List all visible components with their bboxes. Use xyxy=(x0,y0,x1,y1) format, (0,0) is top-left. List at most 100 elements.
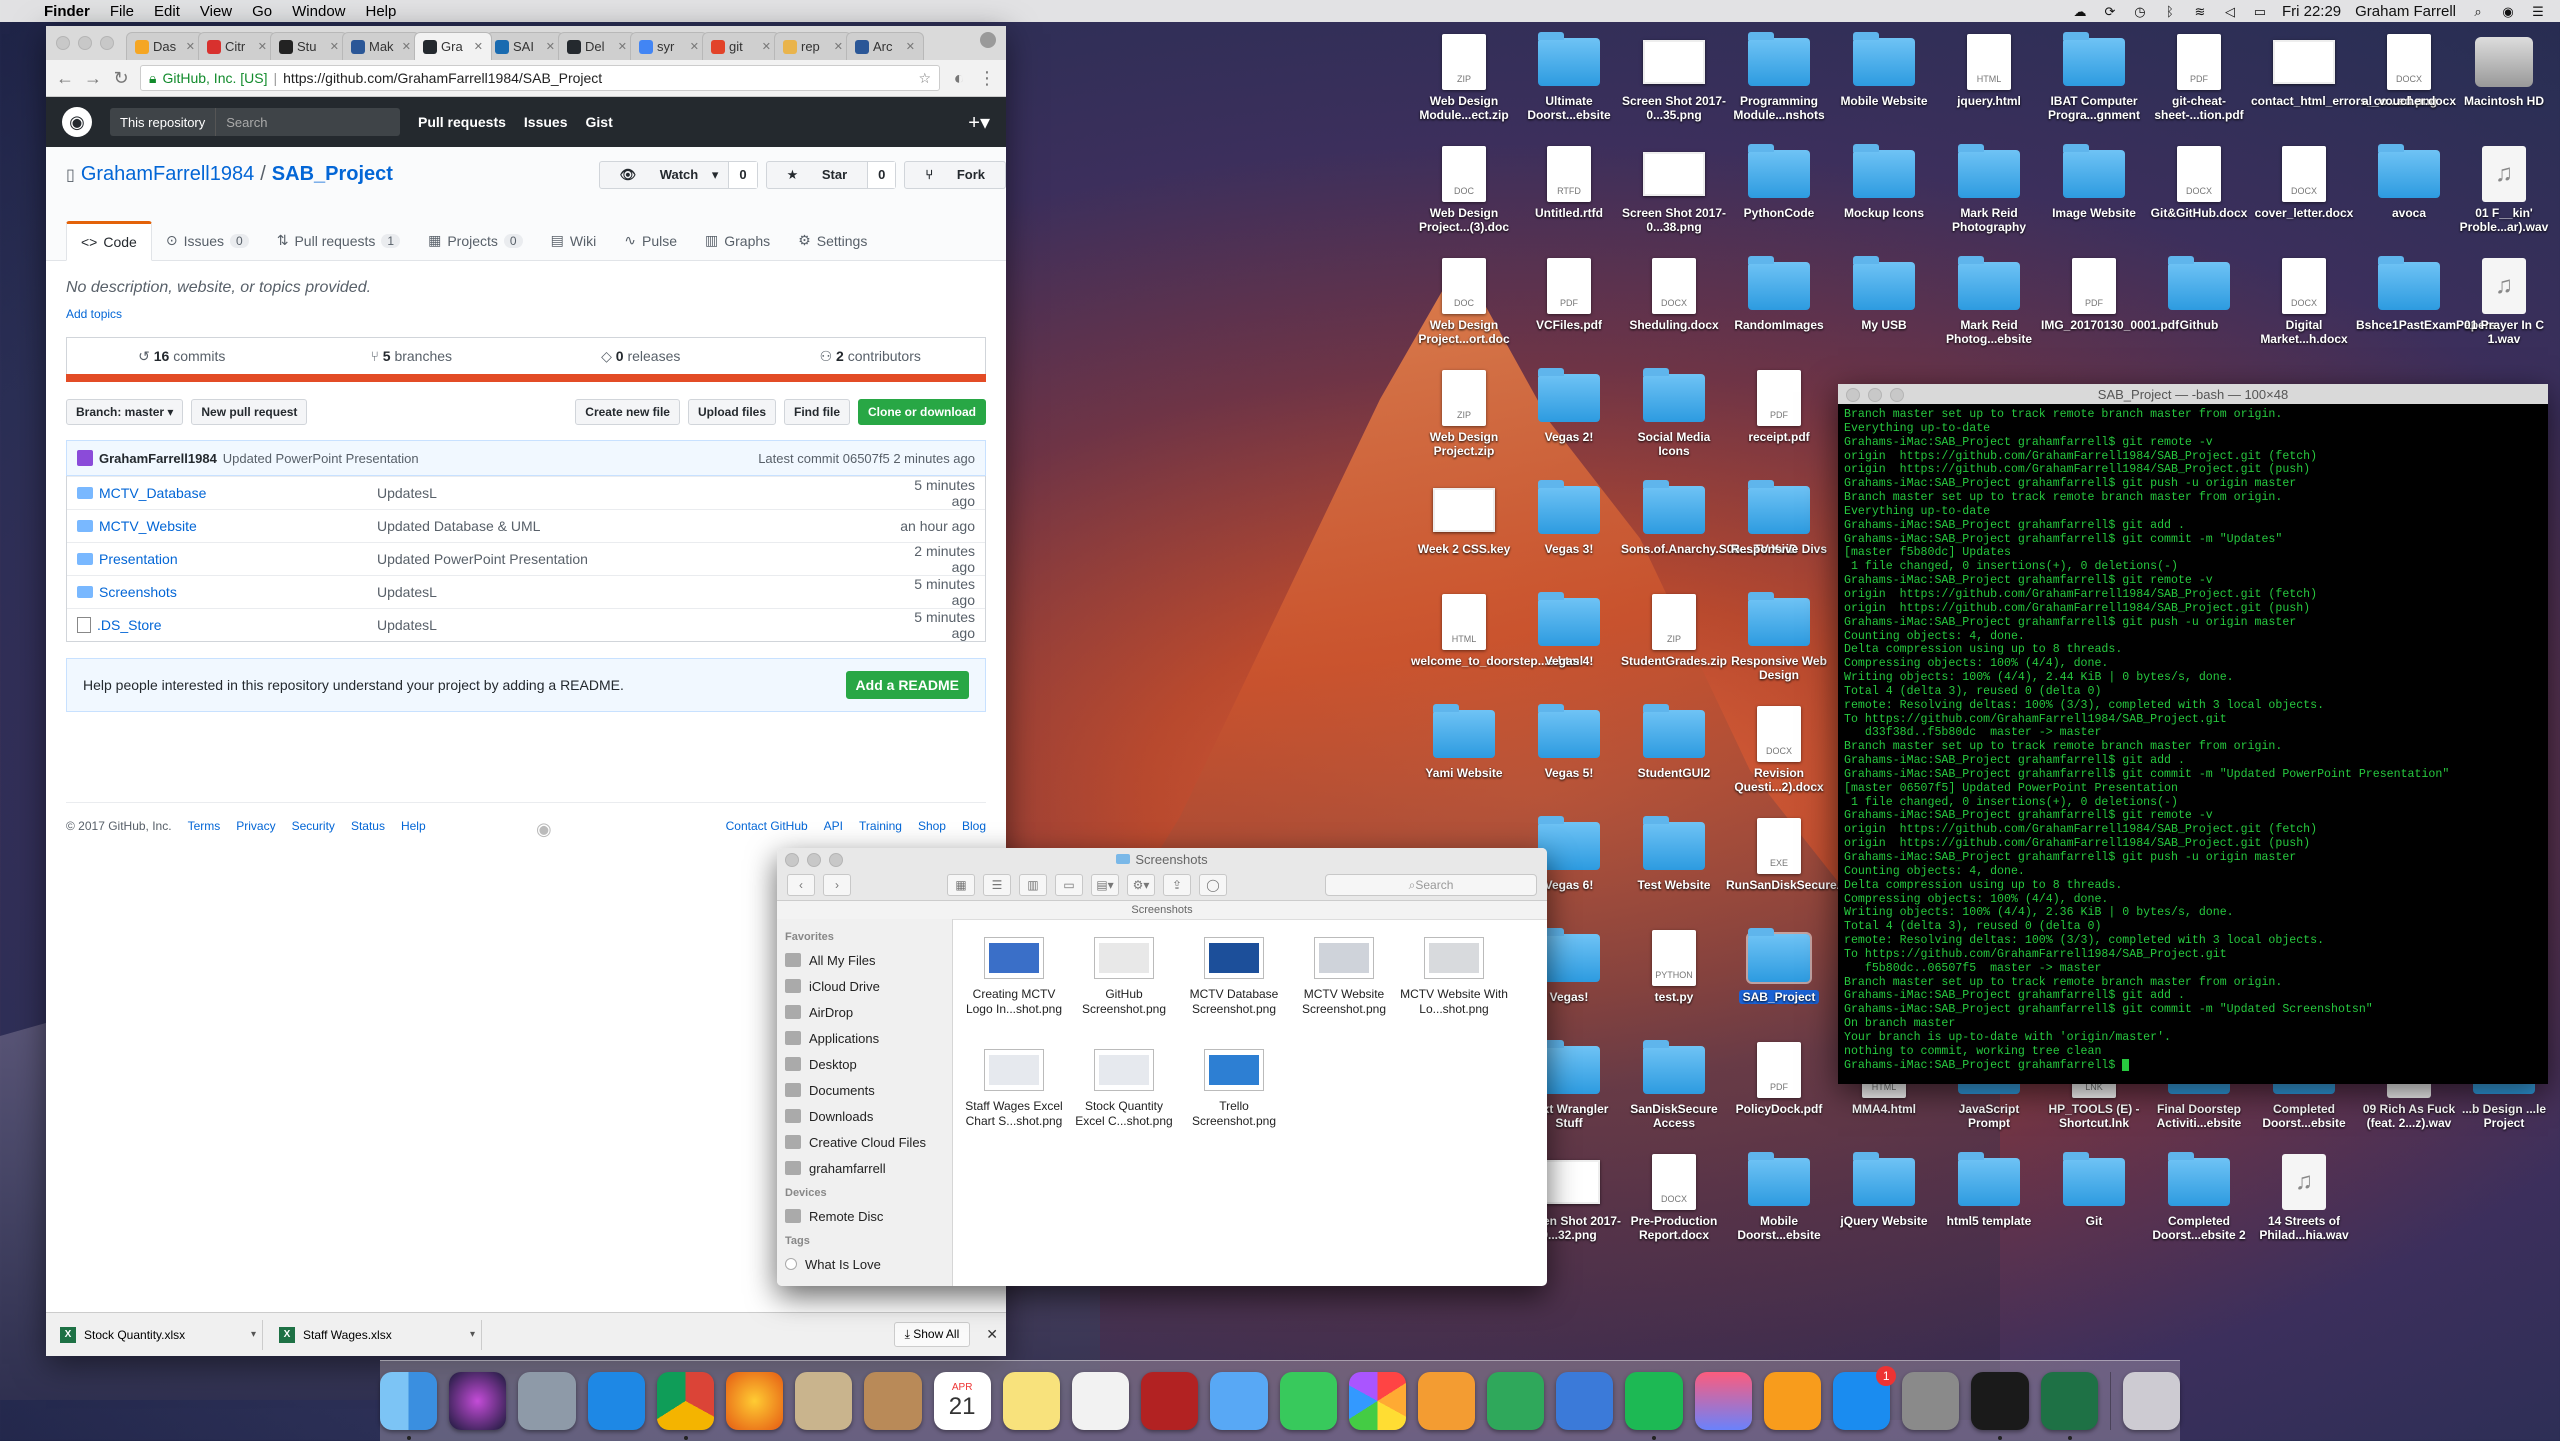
desktop-icon[interactable]: RandomImages xyxy=(1725,256,1833,332)
desktop-icon[interactable]: Mobile Website xyxy=(1830,32,1938,108)
sidebar-item[interactable]: Creative Cloud Files xyxy=(785,1129,944,1155)
dock-keynote-icon[interactable] xyxy=(1556,1372,1614,1430)
watch-button[interactable]: 👁︎ Watch ▾ 0 xyxy=(598,161,758,189)
file-item[interactable]: Stock Quantity Excel C...shot.png xyxy=(1069,1043,1179,1155)
desktop-icon[interactable]: jQuery Website xyxy=(1830,1152,1938,1228)
desktop-icon[interactable]: DOCX Git&GitHub.docx xyxy=(2145,144,2253,220)
menu-view[interactable]: View xyxy=(190,3,242,20)
desktop-icon[interactable]: IBAT Computer Progra...gnment xyxy=(2040,32,2148,122)
dock-system-preferences-icon[interactable] xyxy=(1902,1372,1960,1430)
desktop-icon[interactable]: PDF VCFiles.pdf xyxy=(1515,256,1623,332)
desktop-icon[interactable]: DOCX Pre-Production Report.docx xyxy=(1620,1152,1728,1242)
tab-code[interactable]: <> Code xyxy=(66,221,152,261)
tab-pulse[interactable]: ∿ Pulse xyxy=(610,221,691,260)
dock-itunes-icon[interactable] xyxy=(1694,1372,1752,1430)
menu-edit[interactable]: Edit xyxy=(144,3,190,20)
desktop-icon[interactable]: Vegas 4! xyxy=(1515,592,1623,668)
browser-tab[interactable]: Citr ✕ xyxy=(198,32,276,60)
github-search[interactable]: This repository Search xyxy=(110,108,400,136)
reload-icon[interactable]: ↻ xyxy=(112,68,130,89)
desktop-icon[interactable]: Image Website xyxy=(2040,144,2148,220)
desktop-icon[interactable]: Vegas 3! xyxy=(1515,480,1623,556)
arrange-icon[interactable]: ▤▾ xyxy=(1091,874,1119,896)
close-icon[interactable]: ✕ xyxy=(986,1326,998,1343)
dock-facetime-icon[interactable] xyxy=(1279,1372,1337,1430)
desktop-icon[interactable]: ♫ 01 F__kin' Proble...ar).wav xyxy=(2450,144,2558,234)
desktop-icon[interactable]: PYTHON test.py xyxy=(1620,928,1728,1004)
file-name-cell[interactable]: Presentation xyxy=(77,551,377,567)
footer-shop[interactable]: Shop xyxy=(918,819,946,833)
minimize-button[interactable] xyxy=(1868,388,1882,402)
desktop-icon[interactable]: Github xyxy=(2145,256,2253,332)
file-item[interactable]: GitHub Screenshot.png xyxy=(1069,931,1179,1043)
close-icon[interactable]: ✕ xyxy=(186,40,195,53)
desktop-icon[interactable]: Macintosh HD xyxy=(2450,32,2558,108)
desktop-icon[interactable]: StudentGUI2 xyxy=(1620,704,1728,780)
sidebar-item[interactable]: Desktop xyxy=(785,1051,944,1077)
download-item[interactable]: X Stock Quantity.xlsx ▾ xyxy=(54,1319,263,1350)
file-commit-message[interactable]: UpdatesL xyxy=(377,584,895,600)
desktop-icon[interactable]: ♫ 14 Streets of Philad...hia.wav xyxy=(2250,1152,2358,1242)
menu-go[interactable]: Go xyxy=(242,3,282,20)
footer-privacy[interactable]: Privacy xyxy=(236,819,275,833)
dock-calendar-icon[interactable]: APR 21 xyxy=(933,1372,991,1430)
desktop-icon[interactable]: Screen Shot 2017-0...35.png xyxy=(1620,32,1728,122)
commit-message[interactable]: Updated PowerPoint Presentation xyxy=(223,451,419,466)
tab-pull-requests[interactable]: ⇅ Pull requests 1 xyxy=(263,221,414,260)
sidebar-item[interactable]: Documents xyxy=(785,1077,944,1103)
browser-tab[interactable]: Mak ✕ xyxy=(342,32,420,60)
tab-settings[interactable]: ⚙ Settings xyxy=(784,221,881,260)
branches-stat[interactable]: ⑂ 5 branches xyxy=(297,348,527,364)
desktop-icon[interactable]: Screen Shot 2017-0...38.png xyxy=(1620,144,1728,234)
desktop-icon[interactable]: contact_html_errors_co...ed.png xyxy=(2250,32,2437,108)
close-icon[interactable]: ✕ xyxy=(834,40,843,53)
desktop-icon[interactable]: Test Website xyxy=(1620,816,1728,892)
desktop-icon[interactable]: HTML jquery.html xyxy=(1935,32,2043,108)
back-icon[interactable]: ← xyxy=(56,68,74,89)
desktop-icon[interactable]: Completed Doorst...ebsite 2 xyxy=(2145,1152,2253,1242)
bluetooth-icon[interactable]: ᛒ xyxy=(2162,4,2178,19)
desktop-icon[interactable]: DOCX Sheduling.docx xyxy=(1620,256,1728,332)
download-item[interactable]: X Staff Wages.xlsx ▾ xyxy=(273,1319,482,1350)
latest-commit[interactable]: Latest commit 06507f5 2 minutes ago xyxy=(758,451,975,466)
volume-icon[interactable]: ◁ xyxy=(2222,4,2238,19)
notification-center-icon[interactable]: ☰ xyxy=(2530,4,2546,19)
dock-firefox-icon[interactable] xyxy=(726,1372,784,1430)
desktop-icon[interactable]: DOCX Revision Questi...2).docx xyxy=(1725,704,1833,794)
upload-files-button[interactable]: Upload files xyxy=(687,399,776,425)
repo-owner-link[interactable]: GrahamFarrell1984 xyxy=(81,163,254,186)
desktop-icon[interactable]: Week 2 CSS.key xyxy=(1410,480,1518,556)
tab-projects[interactable]: ▦ Projects 0 xyxy=(414,221,537,260)
minimize-button[interactable] xyxy=(807,853,821,867)
commits-stat[interactable]: ↺ 16 commits xyxy=(67,348,297,365)
close-icon[interactable]: ✕ xyxy=(906,40,915,53)
file-name-cell[interactable]: Screenshots xyxy=(77,584,377,600)
file-commit-message[interactable]: Updated PowerPoint Presentation xyxy=(377,551,895,567)
desktop-icon[interactable]: Git xyxy=(2040,1152,2148,1228)
close-icon[interactable]: ✕ xyxy=(474,40,483,53)
footer-api[interactable]: API xyxy=(824,819,843,833)
time-machine-icon[interactable]: ◷ xyxy=(2132,4,2148,19)
browser-tab[interactable]: Del ✕ xyxy=(558,32,636,60)
nav-issues[interactable]: Issues xyxy=(524,114,568,130)
desktop-icon[interactable]: ♫ 01 Prayer In C 1.wav xyxy=(2450,256,2558,346)
dock-notes-icon[interactable] xyxy=(1002,1372,1060,1430)
file-item[interactable]: MCTV Website With Lo...shot.png xyxy=(1399,931,1509,1043)
footer-training[interactable]: Training xyxy=(859,819,902,833)
footer-status[interactable]: Status xyxy=(351,819,385,833)
close-icon[interactable]: ✕ xyxy=(402,40,411,53)
file-name-cell[interactable]: .DS_Store xyxy=(77,617,377,633)
repo-name-link[interactable]: SAB_Project xyxy=(272,163,393,186)
zoom-button[interactable] xyxy=(100,36,114,50)
tab-issues[interactable]: ⊙ Issues 0 xyxy=(152,221,263,260)
desktop-icon[interactable]: Programming Module...nshots xyxy=(1725,32,1833,122)
browser-tab[interactable]: rep ✕ xyxy=(774,32,852,60)
spotlight-icon[interactable]: ⌕ xyxy=(2470,4,2486,19)
dock-messages-icon[interactable] xyxy=(1210,1372,1268,1430)
forward-icon[interactable]: › xyxy=(823,874,851,896)
desktop-icon[interactable]: avoca xyxy=(2355,144,2463,220)
list-view-icon[interactable]: ☰ xyxy=(983,874,1011,896)
menu-window[interactable]: Window xyxy=(282,3,355,20)
desktop-icon[interactable]: Ultimate Doorst...ebsite xyxy=(1515,32,1623,122)
close-icon[interactable]: ✕ xyxy=(618,40,627,53)
